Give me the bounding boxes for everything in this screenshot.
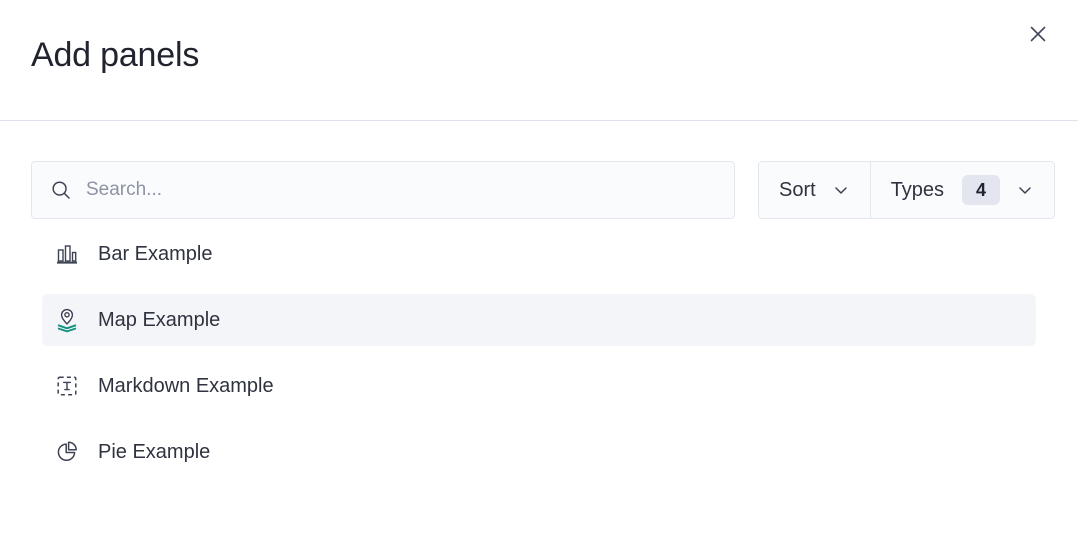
chevron-down-icon bbox=[832, 181, 850, 199]
types-label: Types bbox=[890, 178, 945, 201]
text-box-icon bbox=[54, 373, 80, 399]
sort-label: Sort bbox=[779, 178, 816, 201]
page-title: Add panels bbox=[31, 36, 200, 74]
bar-chart-icon bbox=[54, 241, 80, 267]
toolbar: Sort Types 4 bbox=[0, 121, 1078, 219]
search-input[interactable] bbox=[86, 177, 706, 203]
panel-list: Bar Example Map Example Markdown Example bbox=[0, 228, 1078, 478]
filter-group: Sort Types 4 bbox=[758, 161, 1056, 219]
list-item-label: Markdown Example bbox=[98, 375, 274, 397]
list-item-markdown-example[interactable]: Markdown Example bbox=[42, 360, 1036, 412]
chevron-down-icon bbox=[1016, 181, 1034, 199]
list-item-label: Bar Example bbox=[98, 243, 213, 265]
list-item-label: Map Example bbox=[98, 309, 221, 331]
types-count-badge: 4 bbox=[962, 175, 1001, 205]
pie-chart-icon bbox=[54, 439, 80, 465]
map-pin-layers-icon bbox=[54, 307, 80, 333]
sort-dropdown[interactable]: Sort bbox=[759, 162, 870, 218]
list-item-pie-example[interactable]: Pie Example bbox=[42, 426, 1036, 478]
list-item-label: Pie Example bbox=[98, 441, 211, 463]
search-icon bbox=[50, 179, 72, 201]
search-field[interactable] bbox=[31, 161, 735, 219]
list-item-map-example[interactable]: Map Example bbox=[42, 294, 1036, 346]
list-item-bar-example[interactable]: Bar Example bbox=[42, 228, 1036, 280]
close-button[interactable] bbox=[1024, 20, 1052, 48]
close-icon bbox=[1027, 23, 1049, 45]
dialog-header: Add panels bbox=[0, 0, 1078, 121]
types-dropdown[interactable]: Types 4 bbox=[869, 162, 1055, 218]
